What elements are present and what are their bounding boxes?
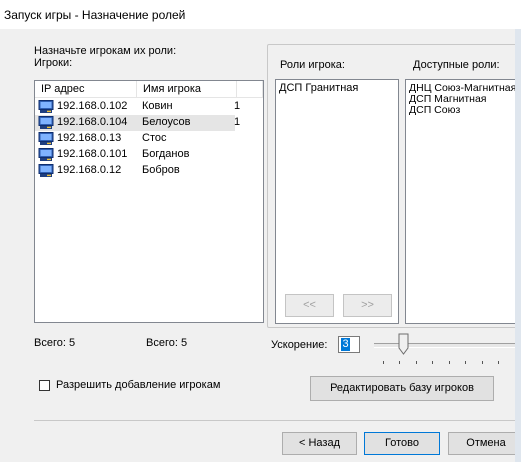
slider-tick — [432, 361, 433, 364]
available-roles-list[interactable]: ДНЦ Союз-Магнитная ДСП Магнитная ДСП Союз — [405, 79, 521, 324]
computer-icon — [38, 148, 54, 161]
player-role-count: 1 — [234, 116, 241, 128]
available-roles-label: Доступные роли: — [413, 59, 500, 71]
slider-tick — [383, 361, 384, 364]
column-header-name[interactable]: Имя игрока — [137, 81, 237, 98]
speed-value: 3 — [341, 338, 350, 351]
slider-tick — [465, 361, 466, 364]
computer-icon — [38, 100, 54, 113]
player-ip: 192.168.0.104 — [57, 116, 128, 128]
player-role-item[interactable]: ДСП Гранитная — [279, 82, 358, 94]
player-name: Ковин — [142, 100, 173, 112]
column-header-extra[interactable] — [237, 81, 263, 98]
move-left-button[interactable]: << — [285, 294, 334, 317]
player-ip: 192.168.0.101 — [57, 148, 128, 160]
roles-total: Всего: 5 — [146, 337, 188, 349]
player-name: Богданов — [142, 148, 190, 160]
window-title: Запуск игры - Назначение ролей — [4, 8, 186, 22]
players-list[interactable]: IP адрес Имя игрока 192.168.0.102 Ковин 1 1… — [34, 80, 264, 323]
slider-tick — [482, 361, 483, 364]
available-role-item[interactable]: ДСП Союз — [409, 104, 460, 116]
allow-add-players-label[interactable]: Разрешить добавление игрокам — [56, 379, 220, 391]
player-name: Белоусов — [142, 116, 191, 128]
speed-label: Ускорение: — [271, 339, 328, 351]
footer-separator — [34, 420, 521, 421]
player-roles-label: Роли игрока: — [280, 59, 345, 71]
slider-tick — [449, 361, 450, 364]
speed-input[interactable]: 3 — [338, 336, 360, 353]
slider-track[interactable] — [374, 343, 521, 348]
player-ip: 192.168.0.12 — [57, 164, 122, 176]
slider-thumb-icon[interactable] — [398, 333, 409, 355]
computer-icon — [38, 164, 54, 177]
players-label: Игроки: — [34, 57, 73, 69]
table-row[interactable]: 192.168.0.101 Богданов — [35, 147, 235, 163]
table-row[interactable]: 192.168.0.104 Белоусов 1 — [35, 115, 240, 131]
computer-icon — [38, 116, 54, 129]
cancel-button[interactable]: Отмена — [448, 432, 521, 455]
table-row[interactable]: 192.168.0.102 Ковин 1 — [35, 99, 240, 115]
column-header-ip[interactable]: IP адрес — [35, 81, 137, 98]
computer-icon — [38, 132, 54, 145]
table-row[interactable]: 192.168.0.13 Стос — [35, 131, 235, 147]
window-edge — [515, 29, 521, 462]
edit-players-db-button[interactable]: Редактировать базу игроков — [310, 376, 494, 401]
player-ip: 192.168.0.102 — [57, 100, 128, 112]
player-role-count: 1 — [234, 100, 241, 112]
slider-tick — [399, 361, 400, 364]
move-right-button[interactable]: >> — [343, 294, 392, 317]
player-name: Стос — [142, 132, 167, 144]
slider-tick — [416, 361, 417, 364]
allow-add-players-checkbox[interactable] — [39, 380, 50, 391]
assign-roles-label: Назначьте игрокам их роли: — [34, 45, 177, 57]
player-name: Бобров — [142, 164, 180, 176]
role-assignment-dialog: Запуск игры - Назначение ролей Назначьте… — [0, 0, 521, 462]
back-button[interactable]: < Назад — [282, 432, 357, 455]
table-row[interactable]: 192.168.0.12 Бобров — [35, 163, 235, 179]
done-button[interactable]: Готово — [364, 432, 440, 455]
player-ip: 192.168.0.13 — [57, 132, 122, 144]
players-total: Всего: 5 — [34, 337, 76, 349]
title-bar: Запуск игры - Назначение ролей — [0, 0, 521, 29]
player-roles-list[interactable]: ДСП Гранитная — [275, 79, 399, 324]
slider-tick — [498, 361, 499, 364]
